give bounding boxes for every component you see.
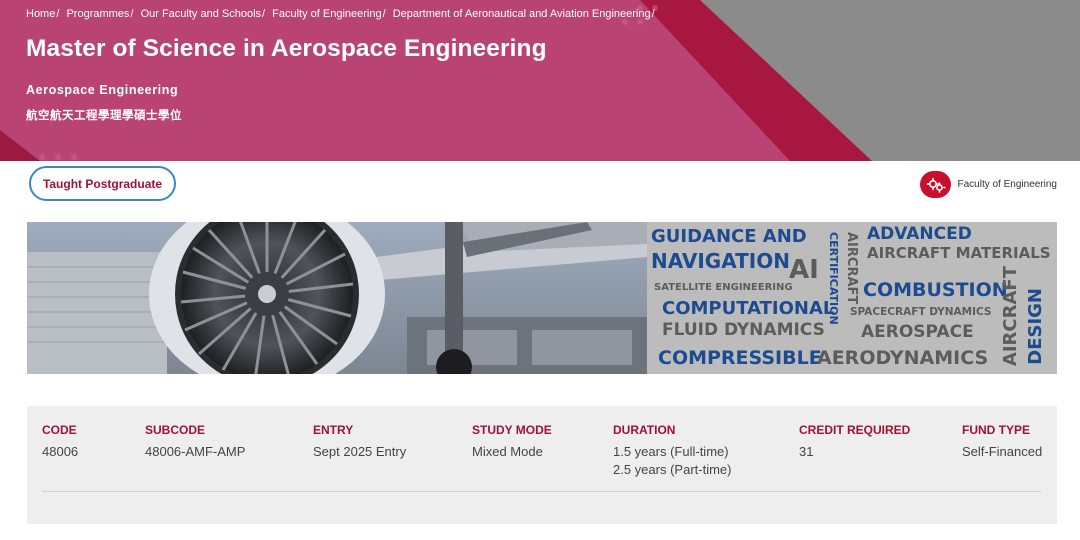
info-value: 2.5 years (Part-time)	[613, 462, 732, 477]
keyword: NAVIGATION	[651, 249, 790, 273]
keyword: AIRCRAFT	[1000, 266, 1021, 367]
keyword: GUIDANCE AND	[651, 226, 807, 247]
breadcrumb-home[interactable]: Home	[26, 8, 55, 20]
keyword-cloud: GUIDANCE AND NAVIGATION AI AIRCRAFT CERT…	[647, 222, 1057, 374]
page-title: Master of Science in Aerospace Engineeri…	[26, 35, 547, 62]
keyword: AERODYNAMICS	[817, 347, 989, 369]
divider	[42, 491, 1041, 492]
breadcrumb-separator: /	[382, 8, 386, 20]
gears-icon	[920, 171, 952, 198]
keyword: DESIGN	[1025, 288, 1046, 365]
keyword: COMBUSTION	[863, 279, 1008, 301]
info-credit-required: CREDIT REQUIRED 31	[799, 423, 910, 461]
info-label: CREDIT REQUIRED	[799, 423, 911, 437]
breadcrumb-faculty-engineering[interactable]: Faculty of Engineering	[272, 8, 381, 20]
info-value: 1.5 years (Full-time)	[613, 444, 729, 459]
info-duration: DURATION 1.5 years (Full-time) 2.5 years…	[613, 423, 731, 479]
info-value: 48006-AMF-AMP	[145, 444, 246, 459]
programme-info-panel: CODE 48006 SUBCODE 48006-AMF-AMP ENTRY S…	[27, 406, 1057, 524]
keyword: AIRCRAFT MATERIALS	[867, 244, 1051, 262]
keyword: FLUID DYNAMICS	[662, 320, 825, 340]
info-label: CODE	[42, 423, 77, 437]
hero-banner: Home/ Programmes/ Our Faculty and School…	[0, 0, 1080, 161]
keyword: AEROSPACE	[861, 322, 974, 342]
programme-chinese-title: 航空航天工程學理學碩士學位	[26, 110, 182, 122]
info-value: Self-Financed	[962, 444, 1043, 459]
faculty-link[interactable]: Faculty of Engineering	[920, 171, 1057, 198]
keyword: AI	[789, 255, 819, 285]
breadcrumb-faculties[interactable]: Our Faculty and Schools	[141, 8, 261, 20]
keyword: ADVANCED	[867, 224, 972, 244]
keyword: AIRCRAFT	[844, 232, 859, 305]
info-value: 31	[799, 444, 814, 459]
breadcrumb-programmes[interactable]: Programmes	[66, 8, 129, 20]
info-label: STUDY MODE	[472, 423, 552, 437]
info-code: CODE 48006	[42, 423, 78, 461]
breadcrumb-separator: /	[130, 8, 134, 20]
info-fund-type: FUND TYPE Self-Financed	[962, 423, 1042, 461]
keyword: SPACECRAFT DYNAMICS	[850, 306, 992, 318]
aircraft-engine-image	[27, 222, 647, 374]
info-value: 48006	[42, 444, 79, 459]
breadcrumb: Home/ Programmes/ Our Faculty and School…	[26, 8, 659, 20]
breadcrumb-department[interactable]: Department of Aeronautical and Aviation …	[393, 8, 651, 20]
taught-postgraduate-button[interactable]: Taught Postgraduate	[29, 166, 176, 201]
programme-subtitle: Aerospace Engineering	[26, 83, 179, 97]
info-entry: ENTRY Sept 2025 Entry	[313, 423, 406, 461]
programme-banner: GUIDANCE AND NAVIGATION AI AIRCRAFT CERT…	[27, 222, 1057, 374]
info-label: DURATION	[613, 423, 676, 437]
hero-background	[0, 0, 1080, 161]
faculty-label: Faculty of Engineering	[957, 179, 1057, 190]
info-subcode: SUBCODE 48006-AMF-AMP	[145, 423, 245, 461]
breadcrumb-separator: /	[56, 8, 60, 20]
keyword: COMPUTATIONAL	[662, 298, 835, 319]
info-value: Mixed Mode	[472, 444, 543, 459]
info-value: Sept 2025 Entry	[313, 444, 407, 459]
breadcrumb-separator: /	[262, 8, 266, 20]
breadcrumb-separator: /	[651, 8, 655, 20]
info-study-mode: STUDY MODE Mixed Mode	[472, 423, 552, 461]
info-label: FUND TYPE	[962, 423, 1031, 437]
keyword: COMPRESSIBLE	[658, 347, 822, 369]
info-label: ENTRY	[313, 423, 354, 437]
info-label: SUBCODE	[145, 423, 206, 437]
keyword: SATELLITE ENGINEERING	[654, 282, 793, 293]
